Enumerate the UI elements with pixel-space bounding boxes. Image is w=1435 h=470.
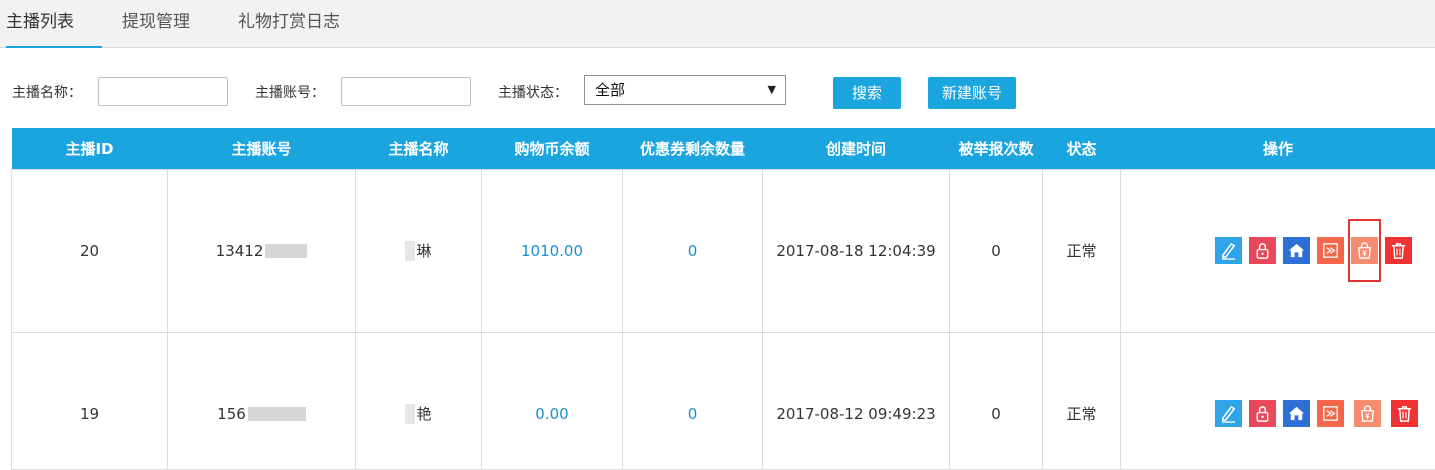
delete-button[interactable] xyxy=(1391,400,1418,427)
home-button[interactable] xyxy=(1283,237,1310,264)
transfer-icon xyxy=(1321,241,1340,260)
gift-button[interactable] xyxy=(1351,237,1378,264)
dropdown-arrow-icon: ▼ xyxy=(768,76,776,104)
header-anchor-id: 主播ID xyxy=(12,128,168,169)
edit-icon xyxy=(1219,404,1238,423)
home-icon xyxy=(1287,404,1306,423)
cell-created-time: 2017-08-18 12:04:39 xyxy=(763,169,950,332)
name-text: 艳 xyxy=(416,405,431,423)
account-text: 13412 xyxy=(216,242,264,260)
edit-button[interactable] xyxy=(1215,400,1242,427)
home-icon xyxy=(1287,241,1306,260)
table-header-row: 主播ID 主播账号 主播名称 购物币余额 优惠券剩余数量 创建时间 被举报次数 … xyxy=(12,128,1435,169)
anchor-name-input[interactable] xyxy=(98,77,228,106)
transfer-button[interactable] xyxy=(1317,400,1344,427)
cell-coupon-remaining[interactable]: 0 xyxy=(623,169,763,332)
lock-button[interactable] xyxy=(1249,237,1276,264)
table-row: 19 156 艳 0.00 0 2017-08-12 09:49:23 0 正常 xyxy=(12,332,1435,469)
cell-actions xyxy=(1121,332,1435,469)
anchor-account-label: 主播账号： xyxy=(255,82,325,102)
redacted-block xyxy=(405,404,415,424)
anchor-status-label: 主播状态： xyxy=(498,82,568,102)
transfer-button[interactable] xyxy=(1317,237,1344,264)
filter-bar: 主播名称： 主播账号： 主播状态： 全部 ▼ 搜索 新建账号 xyxy=(0,62,1435,108)
tab-gift-reward-log[interactable]: 礼物打赏日志 xyxy=(238,0,340,48)
highlight-box xyxy=(1348,219,1381,282)
gift-bag-icon xyxy=(1355,241,1374,260)
header-coin-balance: 购物币余额 xyxy=(482,128,623,169)
cell-anchor-id: 19 xyxy=(12,332,168,469)
search-button[interactable]: 搜索 xyxy=(833,77,901,109)
cell-coin-balance[interactable]: 1010.00 xyxy=(482,169,623,332)
cell-report-count: 0 xyxy=(950,169,1043,332)
lock-icon xyxy=(1253,404,1272,423)
anchor-status-selected-value: 全部 xyxy=(595,81,625,99)
action-buttons xyxy=(1121,237,1435,264)
header-report-count: 被举报次数 xyxy=(950,128,1043,169)
transfer-icon xyxy=(1321,404,1340,423)
delete-button[interactable] xyxy=(1385,237,1412,264)
cell-report-count: 0 xyxy=(950,332,1043,469)
cell-coin-balance[interactable]: 0.00 xyxy=(482,332,623,469)
tab-anchor-list[interactable]: 主播列表 xyxy=(6,0,102,48)
trash-icon xyxy=(1389,241,1408,260)
header-coupon-remaining: 优惠券剩余数量 xyxy=(623,128,763,169)
header-anchor-name: 主播名称 xyxy=(356,128,482,169)
header-created-time: 创建时间 xyxy=(763,128,950,169)
account-text: 156 xyxy=(217,405,246,423)
cell-anchor-name: 艳 xyxy=(356,332,482,469)
action-buttons xyxy=(1121,400,1435,427)
edit-icon xyxy=(1219,241,1238,260)
cell-anchor-account: 156 xyxy=(168,332,356,469)
cell-coupon-remaining[interactable]: 0 xyxy=(623,332,763,469)
cell-anchor-account: 13412 xyxy=(168,169,356,332)
tab-bar: 主播列表 提现管理 礼物打赏日志 xyxy=(0,0,1435,48)
anchor-account-input[interactable] xyxy=(341,77,471,106)
anchor-name-label: 主播名称： xyxy=(12,82,82,102)
redacted-block xyxy=(248,407,306,421)
cell-status: 正常 xyxy=(1043,169,1121,332)
name-text: 琳 xyxy=(416,242,431,260)
anchor-table: 主播ID 主播账号 主播名称 购物币余额 优惠券剩余数量 创建时间 被举报次数 … xyxy=(11,128,1435,470)
cell-created-time: 2017-08-12 09:49:23 xyxy=(763,332,950,469)
new-account-button[interactable]: 新建账号 xyxy=(928,77,1016,109)
cell-anchor-name: 琳 xyxy=(356,169,482,332)
home-button[interactable] xyxy=(1283,400,1310,427)
cell-actions xyxy=(1121,169,1435,332)
trash-icon xyxy=(1395,404,1414,423)
gift-button[interactable] xyxy=(1354,400,1381,427)
gift-bag-icon xyxy=(1358,404,1377,423)
header-anchor-account: 主播账号 xyxy=(168,128,356,169)
edit-button[interactable] xyxy=(1215,237,1242,264)
header-status: 状态 xyxy=(1043,128,1121,169)
table-row: 20 13412 琳 1010.00 0 2017-08-18 12:04:39… xyxy=(12,169,1435,332)
redacted-block xyxy=(405,241,415,261)
header-actions: 操作 xyxy=(1121,128,1435,169)
cell-anchor-id: 20 xyxy=(12,169,168,332)
cell-status: 正常 xyxy=(1043,332,1121,469)
lock-icon xyxy=(1253,241,1272,260)
anchor-status-select[interactable]: 全部 ▼ xyxy=(584,75,786,105)
lock-button[interactable] xyxy=(1249,400,1276,427)
redacted-block xyxy=(265,244,307,258)
tab-withdraw-management[interactable]: 提现管理 xyxy=(122,0,190,48)
